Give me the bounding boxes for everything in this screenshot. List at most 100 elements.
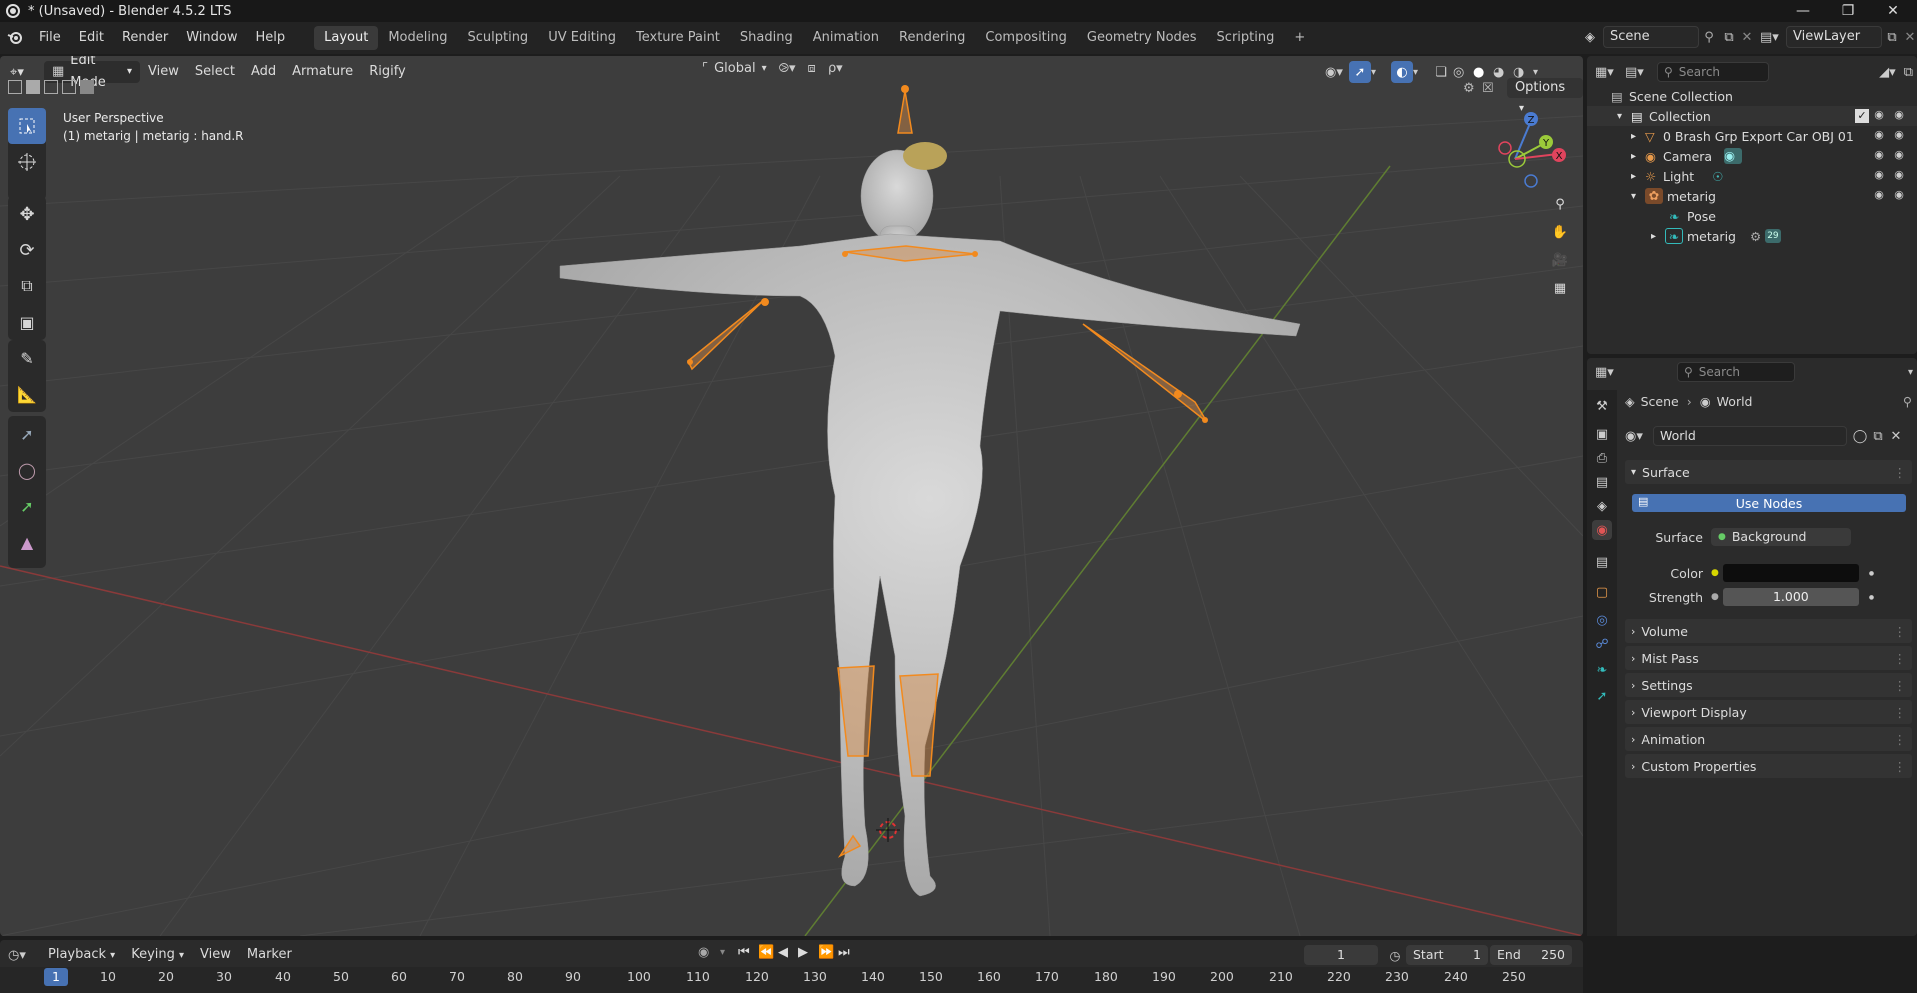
bone-envelope-tool[interactable]: ➚ — [8, 488, 46, 524]
menu-edit[interactable]: Edit — [70, 26, 113, 50]
options-dropdown[interactable]: Options ▾ — [1506, 78, 1583, 114]
drag-handle-icon[interactable]: ⋮ — [1894, 651, 1907, 666]
hide-eye-icon[interactable]: ◉ — [1872, 188, 1886, 202]
select-subtract-icon[interactable] — [44, 80, 58, 94]
blender-menu-icon[interactable] — [0, 31, 30, 45]
panel-mist-pass[interactable]: › Mist Pass ⋮ — [1625, 646, 1912, 670]
tab-sculpting[interactable]: Sculpting — [457, 26, 538, 50]
tab-texture-paint[interactable]: Texture Paint — [626, 26, 730, 50]
tab-scripting[interactable]: Scripting — [1207, 26, 1285, 50]
menu-select[interactable]: Select — [187, 60, 243, 84]
outliner-row-light[interactable]: ▸ ☼ Light ☉ — [1587, 166, 1917, 186]
new-collection-icon[interactable]: ⧉ — [1904, 65, 1913, 80]
filter-icon[interactable]: ◢▾ — [1879, 65, 1896, 80]
outliner-row-metarig[interactable]: ▾ ✿ metarig — [1587, 186, 1917, 206]
value-socket-icon[interactable]: ● — [1711, 592, 1719, 602]
menu-file[interactable]: File — [30, 26, 70, 50]
play-reverse-icon[interactable]: ◀ — [778, 945, 798, 960]
overlay-settings-icon[interactable]: ⚙ — [1463, 81, 1482, 96]
outliner-row-scene-collection[interactable]: ▤ Scene Collection — [1587, 86, 1917, 106]
tab-shading[interactable]: Shading — [730, 26, 803, 50]
new-scene-icon[interactable]: ⧉ — [1719, 30, 1739, 45]
menu-help[interactable]: Help — [247, 26, 295, 50]
view-layer-tab-icon[interactable]: ▤ — [1592, 472, 1612, 492]
panel-volume[interactable]: › Volume ⋮ — [1625, 619, 1912, 643]
navigation-gizmo[interactable]: Z Y X — [1498, 112, 1566, 188]
menu-render[interactable]: Render — [113, 26, 177, 50]
cursor-tool[interactable] — [8, 144, 46, 180]
maximize-button[interactable]: ❐ — [1825, 0, 1871, 22]
menu-marker[interactable]: Marker — [239, 943, 300, 967]
chevron-right-icon[interactable]: ▸ — [1631, 171, 1645, 182]
render-camera-icon[interactable]: ◉ — [1892, 188, 1906, 202]
hide-eye-icon[interactable]: ◉ — [1872, 148, 1886, 162]
roll-tool[interactable]: ➚ — [8, 416, 46, 452]
viewport-scene[interactable]: Z Y X — [0, 56, 1583, 936]
camera-view-icon[interactable]: 🎥 — [1546, 246, 1574, 274]
auto-keying-icon[interactable]: ◉ — [698, 945, 720, 960]
scene-selector[interactable]: Scene — [1603, 26, 1699, 48]
duplicate-icon[interactable]: ⧉ — [1869, 429, 1887, 444]
editor-type-icon[interactable]: ⌖▾ — [0, 65, 44, 80]
checkbox-icon[interactable]: ✓ — [1855, 109, 1869, 123]
pan-hand-icon[interactable]: ✋ — [1546, 218, 1574, 246]
jump-keyframe-forward-icon[interactable]: ⏩ — [818, 945, 838, 960]
render-camera-icon[interactable]: ◉ — [1892, 128, 1906, 142]
view-layer-selector[interactable]: ViewLayer — [1786, 26, 1882, 48]
add-workspace-button[interactable]: + — [1284, 26, 1315, 50]
tab-compositing[interactable]: Compositing — [975, 26, 1077, 50]
timeline-editor-type-icon[interactable]: ◷▾ — [8, 948, 40, 963]
chevron-right-icon[interactable]: ▸ — [1631, 131, 1645, 142]
light-data-icon[interactable]: ☉ — [1712, 169, 1723, 184]
bone-tab-icon[interactable]: ➚ — [1592, 686, 1612, 706]
menu-armature[interactable]: Armature — [284, 60, 361, 84]
zoom-icon[interactable]: ⚲ — [1546, 190, 1574, 218]
preview-range-icon[interactable]: ◷ — [1384, 948, 1406, 963]
chevron-down-icon[interactable]: ▾ — [1617, 111, 1631, 122]
start-frame-field[interactable]: Start 1 — [1406, 945, 1488, 965]
outliner-row-pose[interactable]: ❧ Pose — [1587, 206, 1917, 226]
visibility-icon[interactable]: ◉▾ — [1325, 65, 1349, 80]
measure-tool[interactable]: 📐 — [8, 376, 46, 412]
rotate-tool[interactable]: ⟳ — [8, 232, 46, 268]
menu-view[interactable]: View — [192, 943, 239, 967]
drag-handle-icon[interactable]: ⋮ — [1894, 465, 1907, 480]
menu-view[interactable]: View — [140, 60, 187, 84]
panel-surface[interactable]: ▾ Surface ⋮ — [1625, 460, 1912, 484]
surface-shader-selector[interactable]: ● Background — [1711, 528, 1851, 546]
outliner-row-metarig-data[interactable]: ▸ ❧ metarig ⚙ 29 — [1587, 226, 1917, 246]
close-button[interactable]: ✕ — [1870, 0, 1916, 22]
tab-layout[interactable]: Layout — [314, 26, 379, 50]
outliner-editor-type-icon[interactable]: ▦▾ — [1595, 65, 1619, 80]
physics-tab-icon[interactable]: ◎ — [1592, 610, 1612, 630]
world-tab-icon[interactable]: ◉ — [1592, 520, 1612, 540]
chevron-right-icon[interactable]: ▸ — [1651, 231, 1665, 242]
drag-handle-icon[interactable]: ⋮ — [1894, 732, 1907, 747]
drag-handle-icon[interactable]: ⋮ — [1894, 705, 1907, 720]
render-camera-icon[interactable]: ◉ — [1892, 108, 1906, 122]
chevron-down-icon[interactable]: ▾ — [1413, 67, 1429, 78]
tab-animation[interactable]: Animation — [803, 26, 889, 50]
menu-keying[interactable]: Keying ▾ — [123, 943, 192, 967]
bone-size-tool[interactable]: ◯ — [8, 452, 46, 488]
select-invert-icon[interactable] — [62, 80, 76, 94]
select-intersect-icon[interactable] — [80, 80, 94, 94]
world-name-field[interactable]: World — [1653, 426, 1847, 446]
ortho-grid-icon[interactable]: ▦ — [1546, 274, 1574, 302]
keyframe-dot-icon[interactable]: ● — [1869, 594, 1874, 601]
tab-uv-editing[interactable]: UV Editing — [538, 26, 626, 50]
delete-scene-icon[interactable]: ✕ — [1739, 30, 1755, 45]
jump-start-icon[interactable]: ⏮ — [738, 945, 758, 960]
chevron-down-icon[interactable]: ▾ — [720, 947, 732, 958]
mirror-x-icon[interactable]: ☒ — [1482, 81, 1501, 96]
move-tool[interactable]: ✥ — [8, 196, 46, 232]
current-frame-field[interactable]: 1 — [1304, 945, 1378, 965]
properties-editor-type-icon[interactable]: ▦▾ — [1595, 365, 1623, 380]
hide-eye-icon[interactable]: ◉ — [1872, 168, 1886, 182]
outliner-row-camera[interactable]: ▸ ◉ Camera ◉ — [1587, 146, 1917, 166]
drag-handle-icon[interactable]: ⋮ — [1894, 759, 1907, 774]
scene-tab-icon[interactable]: ◈ — [1592, 496, 1612, 516]
transform-orientation-dropdown[interactable]: ⌜ Global ▾ — [696, 61, 773, 76]
transform-tool[interactable]: ▣ — [8, 304, 46, 340]
pin-icon[interactable]: ⚲ — [1699, 30, 1719, 45]
